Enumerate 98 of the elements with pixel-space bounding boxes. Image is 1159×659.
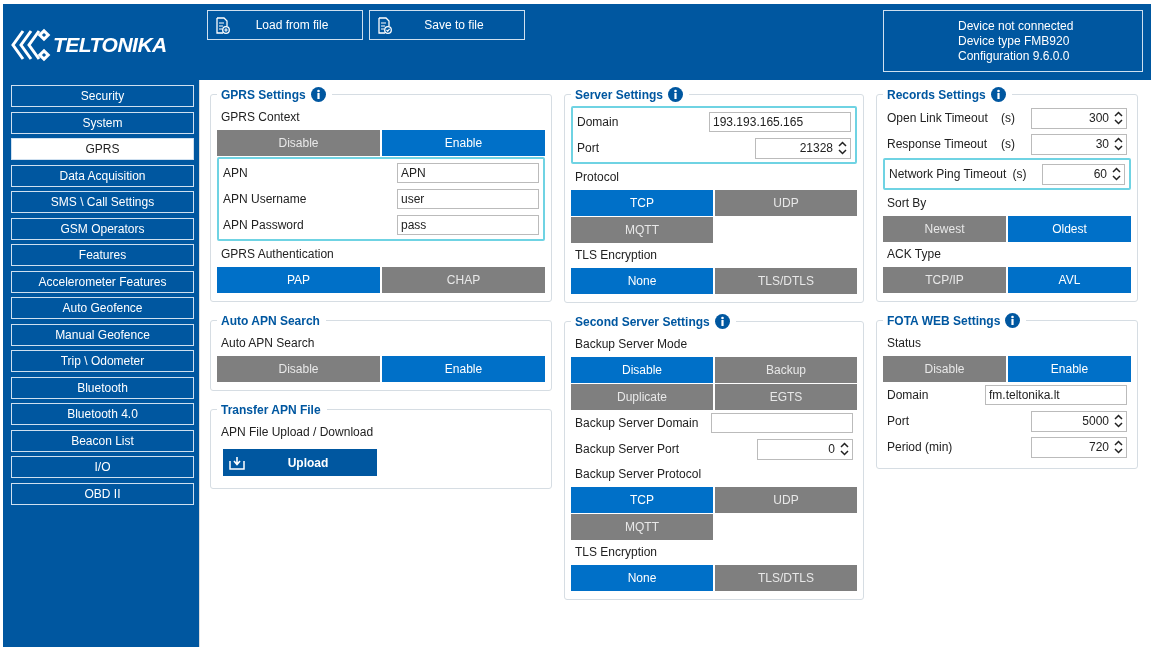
sidebar-item[interactable]: Bluetooth [11, 376, 194, 399]
sidebar-item[interactable]: Trip \ Odometer [11, 350, 194, 372]
option-button[interactable]: None [571, 268, 713, 294]
field-label: Period (min) [887, 440, 954, 454]
spinner-icon[interactable] [840, 442, 849, 456]
section-label: TLS Encryption [574, 247, 659, 264]
option-button[interactable]: Enable [382, 356, 545, 382]
spinner-icon[interactable] [1114, 414, 1123, 428]
load-button[interactable]: Load from file [207, 10, 363, 40]
upload-tray-icon [229, 455, 245, 470]
panel-title: Second Server Settings [575, 314, 710, 329]
sidebar-item[interactable]: Bluetooth 4.0 [11, 403, 194, 425]
option-button[interactable]: Oldest [1008, 216, 1131, 242]
number-field[interactable]: 5000 [1031, 410, 1127, 432]
text-field[interactable]: user [397, 189, 539, 209]
field-label: Port [887, 414, 910, 428]
panel-title: Server Settings [575, 87, 664, 102]
text-field[interactable]: APN [397, 163, 539, 183]
info-icon[interactable] [668, 87, 684, 102]
option-button[interactable]: Disable [571, 357, 713, 383]
sidebar-item[interactable]: Manual Geofence [11, 323, 194, 346]
field-label: APN [223, 166, 249, 180]
logo-icon [11, 28, 51, 62]
section-label: Sort By [886, 195, 928, 212]
sidebar-item[interactable]: GPRS [11, 138, 194, 160]
section-label: GPRS Context [220, 109, 301, 126]
option-button[interactable]: AVL [1008, 267, 1131, 293]
sidebar-item[interactable]: I/O [11, 456, 194, 478]
option-button[interactable]: PAP [217, 267, 380, 293]
sidebar-item[interactable]: GSM Operators [11, 217, 194, 240]
number-field[interactable]: 300 [1031, 107, 1127, 129]
panel-title: Records Settings [887, 87, 986, 102]
panel-title: FOTA WEB Settings [887, 313, 1001, 328]
unit-label: (s) [1001, 137, 1015, 151]
spinner-icon[interactable] [1114, 111, 1123, 125]
info-icon[interactable] [714, 314, 730, 329]
option-button[interactable]: TCP [571, 190, 713, 216]
option-button[interactable]: None [571, 565, 713, 591]
sidebar-item[interactable]: Accelerometer Features [11, 270, 194, 293]
sidebar-item[interactable]: Beacon List [11, 429, 194, 452]
panel-title: Transfer APN File [221, 402, 321, 417]
device-info-text: Device not connected [958, 18, 1075, 34]
text-field[interactable]: pass [397, 215, 539, 235]
sidebar-item[interactable]: Auto Geofence [11, 297, 194, 319]
spinner-icon[interactable] [1114, 137, 1123, 151]
sidebar-item[interactable]: Data Acquisition [11, 164, 194, 187]
spinner-icon[interactable] [838, 141, 847, 155]
field-label: Response Timeout [887, 137, 989, 151]
spinner-icon[interactable] [1114, 440, 1123, 454]
sidebar-item[interactable]: Features [11, 244, 194, 266]
number-field[interactable]: 0 [757, 438, 853, 460]
option-button[interactable]: Enable [382, 130, 545, 156]
save-button[interactable]: Save to file [369, 10, 525, 40]
document-check-icon [378, 16, 392, 34]
field-label: Domain [887, 388, 930, 402]
upload-button[interactable]: Upload [223, 449, 377, 476]
option-button[interactable]: Enable [1008, 356, 1131, 382]
field-label: Open Link Timeout [887, 111, 989, 125]
spinner-icon[interactable] [1112, 167, 1121, 181]
section-label: Backup Server Protocol [574, 466, 703, 483]
number-field[interactable]: 21328 [755, 137, 851, 159]
number-field[interactable]: 30 [1031, 133, 1127, 155]
section-label: APN File Upload / Download [220, 424, 375, 441]
panel-title: GPRS Settings [221, 87, 306, 102]
field-label: Network Ping Timeout [889, 167, 1007, 181]
section-label: Auto APN Search [220, 335, 316, 352]
field-label: APN Password [223, 218, 305, 232]
field-label: Backup Server Port [575, 442, 681, 456]
field-label: Backup Server Domain [575, 416, 700, 430]
text-field[interactable] [711, 413, 853, 433]
document-add-icon [216, 16, 230, 34]
section-label: Protocol [574, 169, 621, 186]
text-field[interactable]: fm.teltonika.lt [985, 385, 1127, 405]
device-info-text: Configuration 9.6.0.0 [958, 48, 1071, 64]
section-label: Backup Server Mode [574, 336, 689, 353]
info-icon[interactable] [990, 87, 1006, 102]
unit-label: (s) [1001, 111, 1015, 125]
section-label: TLS Encryption [574, 544, 659, 561]
section-label: Status [886, 335, 923, 352]
sidebar-item[interactable]: Security [11, 85, 194, 107]
device-info-text: Device type FMB920 [958, 33, 1071, 49]
sidebar-item[interactable]: System [11, 111, 194, 134]
logo-text: TELTONIKA [53, 33, 167, 57]
section-label: ACK Type [886, 246, 942, 263]
info-icon[interactable] [1005, 313, 1021, 328]
field-label: Domain [577, 115, 620, 129]
sidebar-item[interactable]: OBD II [11, 482, 194, 505]
option-button[interactable]: TCP [571, 487, 713, 513]
info-icon[interactable] [310, 87, 326, 102]
text-field[interactable]: 193.193.165.165 [709, 112, 851, 132]
sidebar-item[interactable]: SMS \ Call Settings [11, 191, 194, 213]
number-field[interactable]: 720 [1031, 436, 1127, 458]
section-label: GPRS Authentication [220, 246, 335, 263]
unit-label: (s) [1012, 167, 1027, 181]
field-label: Port [577, 141, 600, 155]
panel-title: Auto APN Search [221, 313, 320, 328]
field-label: APN Username [223, 192, 308, 206]
number-field[interactable]: 60 [1042, 163, 1125, 185]
